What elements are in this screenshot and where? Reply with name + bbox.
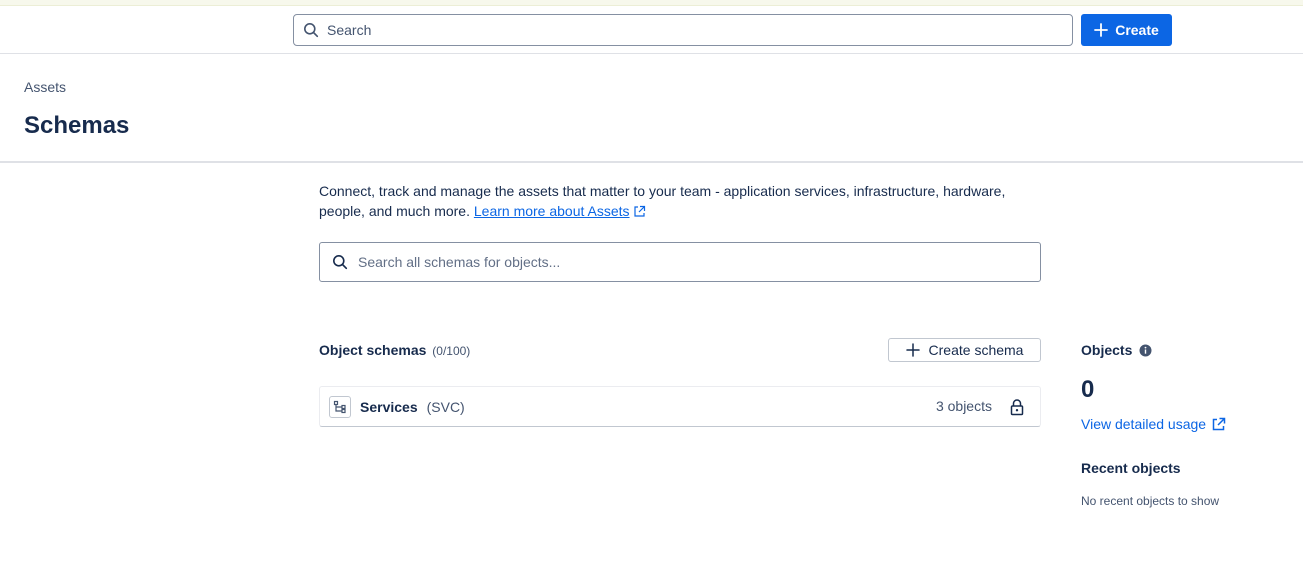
objects-summary-label: Objects: [1081, 342, 1152, 358]
schema-tree-icon: [333, 400, 346, 413]
page-title: Schemas: [24, 112, 130, 139]
breadcrumb-assets[interactable]: Assets: [24, 79, 66, 95]
info-icon[interactable]: [1139, 344, 1152, 357]
schema-key: (SVC): [426, 398, 465, 415]
external-link-icon[interactable]: [633, 205, 646, 218]
schema-name: Services: [360, 398, 418, 415]
global-search-input[interactable]: Search: [293, 14, 1073, 46]
intro-description: Connect, track and manage the assets tha…: [319, 181, 1049, 221]
create-button[interactable]: Create: [1081, 14, 1172, 46]
objects-count-value: 0: [1081, 376, 1095, 403]
schema-object-count: 3 objects: [935, 398, 992, 414]
schema-row-services[interactable]: Services (SVC) 3 objects: [319, 386, 1041, 427]
view-detailed-usage-link[interactable]: View detailed usage: [1081, 416, 1226, 432]
recent-objects-empty-state: No recent objects to show: [1081, 494, 1220, 508]
learn-more-link[interactable]: Learn more about Assets: [474, 203, 630, 219]
create-schema-label: Create schema: [928, 342, 1024, 358]
schema-object-search-placeholder: Search all schemas for objects...: [358, 254, 561, 270]
lock-icon: [1010, 399, 1024, 416]
create-schema-button[interactable]: Create schema: [888, 338, 1041, 362]
schema-object-search-input[interactable]: Search all schemas for objects...: [319, 242, 1041, 282]
schema-icon-container: [329, 395, 351, 418]
external-link-icon: [1212, 417, 1226, 430]
intro-text: Connect, track and manage the assets tha…: [319, 183, 1006, 219]
objects-label-text: Objects: [1081, 342, 1133, 358]
plus-icon: [905, 343, 920, 357]
create-button-label: Create: [1115, 22, 1159, 38]
plus-icon: [1094, 23, 1109, 37]
recent-objects-title: Recent objects: [1081, 460, 1181, 476]
top-navigation-bar: Search Create: [0, 6, 1303, 54]
page-header: Assets Schemas: [0, 55, 1303, 163]
object-schemas-count: (0/100): [432, 344, 471, 358]
object-schemas-heading: Object schemas (0/100): [319, 342, 470, 358]
search-icon: [333, 255, 348, 270]
search-icon: [304, 23, 319, 38]
usage-link-label: View detailed usage: [1081, 416, 1207, 432]
global-search-placeholder: Search: [327, 22, 372, 38]
object-schemas-title: Object schemas: [319, 342, 427, 358]
